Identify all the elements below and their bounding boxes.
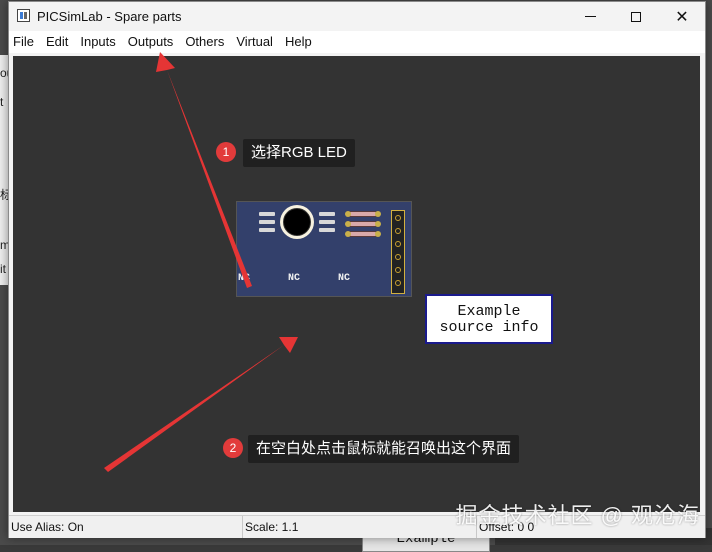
arrow-icon — [104, 337, 298, 472]
annotation-arrows — [104, 52, 298, 472]
arrow-icon — [156, 52, 252, 288]
watermark: 掘金技术社区 @ 观沧海 — [455, 503, 700, 528]
